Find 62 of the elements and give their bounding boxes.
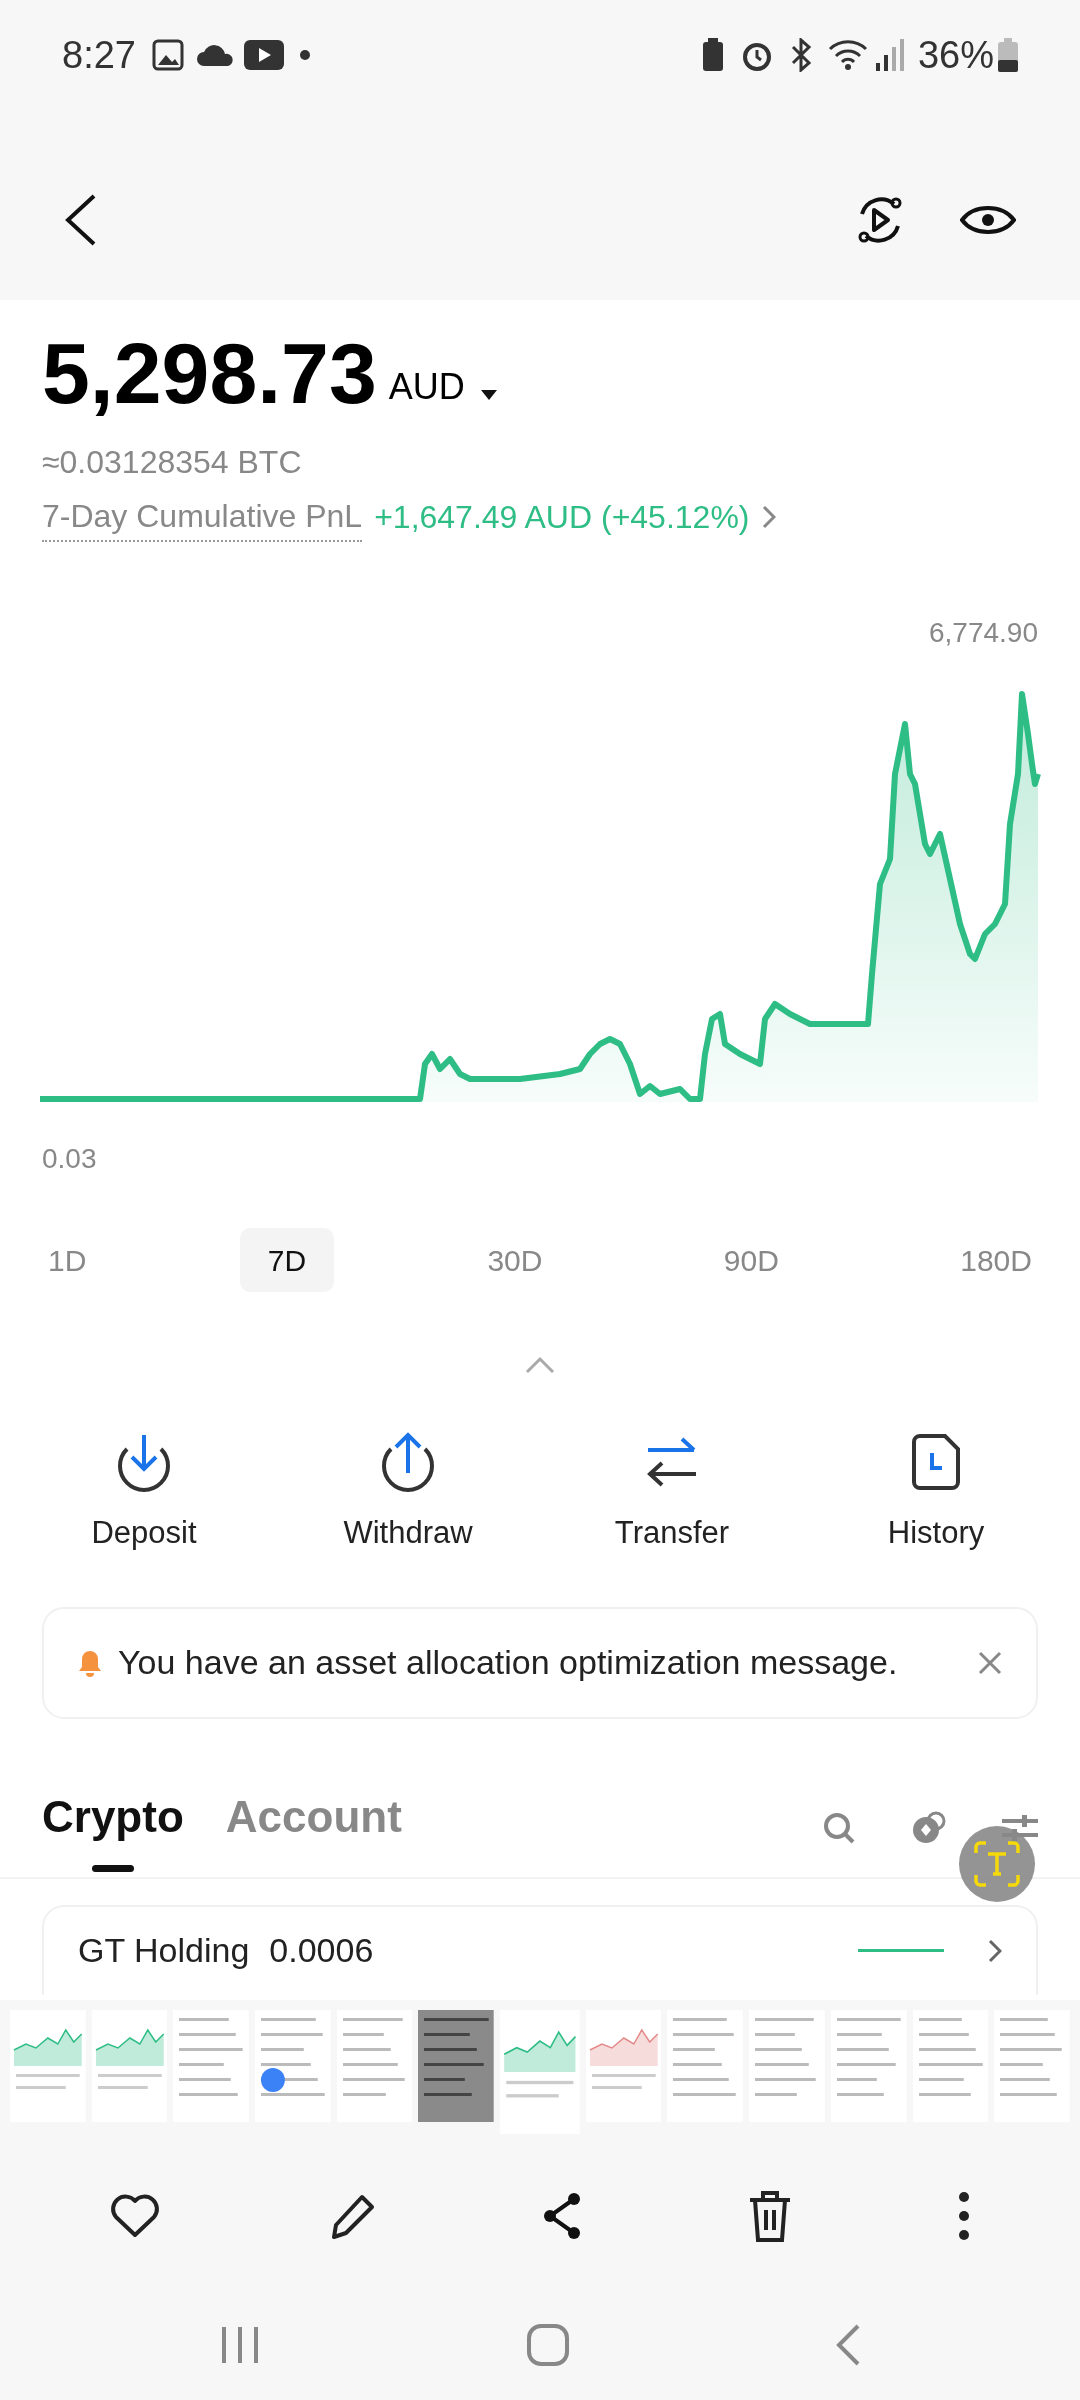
thumbnail[interactable] [91, 2010, 168, 2122]
period-tab[interactable]: 90D [695, 1228, 807, 1292]
collapse-caret-icon[interactable] [525, 1356, 555, 1374]
thumbnail[interactable] [912, 2010, 989, 2122]
history-icon [911, 1433, 961, 1491]
asset-tab[interactable]: Crypto [42, 1783, 184, 1872]
action-button[interactable]: Withdraw [276, 1430, 540, 1557]
home-icon[interactable] [527, 2324, 569, 2366]
chevron-right-icon[interactable] [988, 1938, 1002, 1963]
bell-icon [78, 1648, 102, 1677]
thumbnail[interactable] [830, 2010, 907, 2122]
signal-icon [875, 39, 906, 71]
action-button[interactable]: History [804, 1430, 1068, 1557]
bluetooth-icon [789, 38, 812, 72]
text-scan-icon [974, 1841, 1020, 1887]
dropdown-caret-icon[interactable] [480, 390, 497, 400]
action-button[interactable]: Transfer [540, 1430, 804, 1557]
thumbnail[interactable] [994, 2010, 1070, 2122]
delete-icon[interactable] [748, 2190, 792, 2242]
text-scan-button[interactable] [959, 1826, 1035, 1902]
thumbnail[interactable] [255, 2010, 331, 2122]
back-icon[interactable] [64, 194, 98, 246]
dot-icon [299, 50, 310, 60]
btc-equivalent: ≈0.03128354 BTC [41, 443, 303, 482]
thumbnail[interactable] [500, 2010, 580, 2134]
more-icon[interactable] [958, 2191, 970, 2241]
period-tab[interactable]: 180D [932, 1228, 1060, 1292]
status-time: 8:27 [62, 32, 136, 78]
asset-tab[interactable]: Account [225, 1783, 402, 1872]
thumbnail[interactable] [336, 2010, 413, 2122]
total-balance: 5,298.73 [42, 330, 377, 416]
notice-text[interactable]: You have an asset allocation optimization message. [118, 1637, 962, 1688]
recent-apps-icon[interactable] [220, 2325, 260, 2365]
battery-icon [998, 38, 1018, 72]
action-button[interactable]: Deposit [12, 1430, 276, 1557]
period-tab[interactable]: 1D [20, 1228, 115, 1292]
thumbnail[interactable] [173, 2010, 250, 2122]
thumbnail[interactable] [585, 2010, 662, 2122]
thumbnail[interactable] [667, 2010, 744, 2122]
period-tab[interactable]: 30D [459, 1228, 571, 1292]
close-icon[interactable] [978, 1650, 1002, 1675]
thumbnail[interactable] [10, 2010, 86, 2122]
share-icon[interactable] [542, 2192, 582, 2240]
holding-label: GT Holding [78, 1930, 250, 1971]
thumbnail[interactable] [749, 2010, 825, 2122]
video-icon [243, 40, 284, 70]
coins-icon[interactable] [912, 1810, 946, 1845]
wifi-icon [827, 39, 868, 71]
battery-percent: 36% [917, 32, 994, 78]
chevron-right-icon[interactable] [761, 505, 776, 529]
currency-label: AUD [388, 365, 465, 409]
holding-value: 0.0006 [269, 1930, 374, 1971]
chart-min-label: 0.03 [42, 1142, 97, 1176]
pnl-label: 7-Day Cumulative PnL [42, 492, 363, 542]
cloud-icon [195, 42, 236, 68]
gallery-icon [151, 39, 184, 71]
thumbnail[interactable] [418, 2010, 495, 2122]
chart-max-label: 6,774.90 [929, 616, 1038, 650]
holding-card[interactable]: GT Holding 0.0006 [42, 1904, 1038, 1995]
search-icon[interactable] [822, 1810, 856, 1845]
favorite-icon[interactable] [110, 2193, 160, 2239]
period-tab[interactable]: 7D [239, 1228, 335, 1292]
